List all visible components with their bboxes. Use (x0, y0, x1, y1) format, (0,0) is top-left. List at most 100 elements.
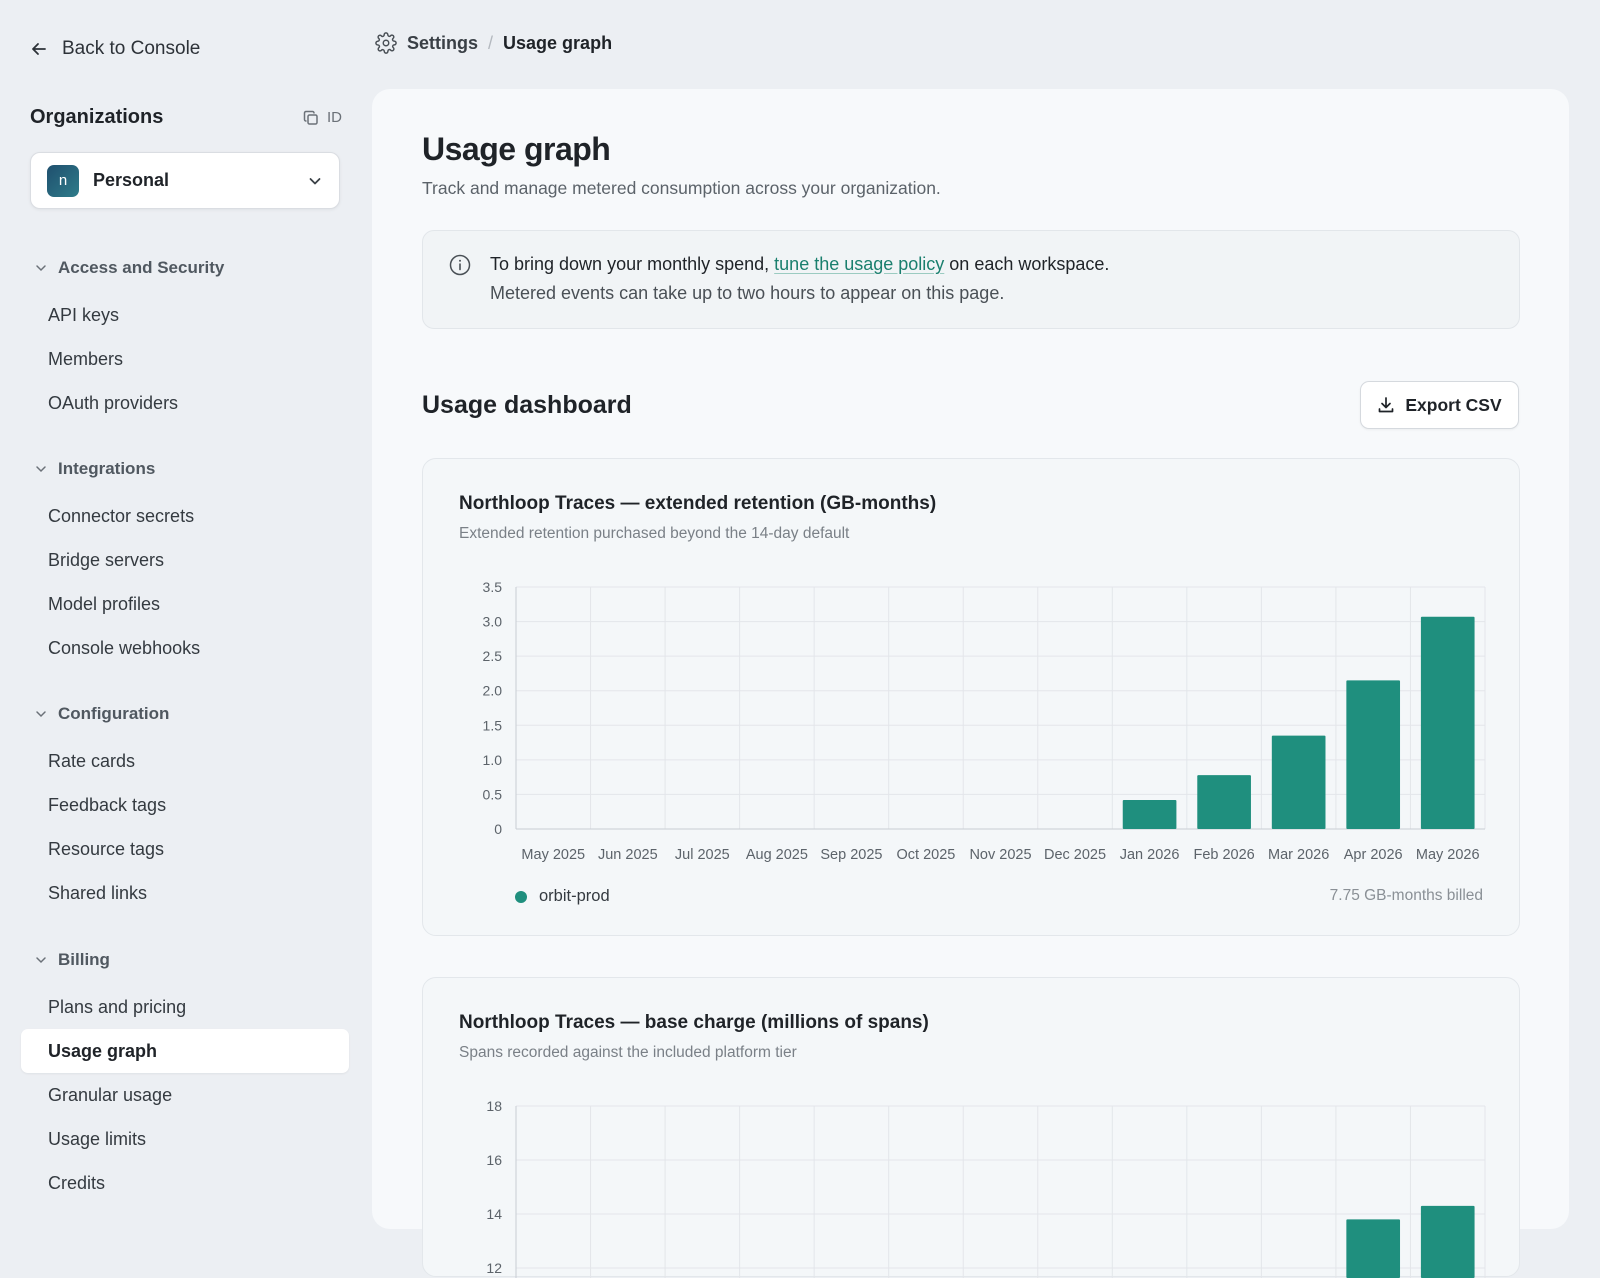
legend-swatch (515, 890, 527, 903)
sidebar-item-model-profiles[interactable]: Model profiles (0, 582, 370, 626)
nav-section-configuration: Configuration Rate cards Feedback tags R… (0, 703, 370, 915)
sidebar-item-members[interactable]: Members (0, 337, 370, 381)
sidebar-item-console-webhooks[interactable]: Console webhooks (0, 626, 370, 670)
x-tick-label: Jul 2025 (675, 847, 730, 863)
copy-id-button[interactable]: ID (303, 109, 342, 126)
section-title: Configuration (58, 704, 170, 723)
info-prefix: To bring down your monthly spend, (490, 254, 775, 274)
y-tick-label: 0 (494, 821, 502, 837)
y-tick-label: 12 (486, 1260, 502, 1276)
section-toggle-configuration[interactable]: Configuration (0, 703, 370, 725)
chevron-down-icon (309, 177, 321, 184)
sidebar-item-shared-links[interactable]: Shared links (0, 871, 370, 915)
section-toggle-access-security[interactable]: Access and Security (0, 257, 370, 279)
section-title: Billing (58, 950, 110, 969)
bar (1271, 735, 1326, 829)
y-tick-label: 2.0 (483, 683, 503, 699)
sidebar-item-resource-tags[interactable]: Resource tags (0, 827, 370, 871)
x-tick-label: Oct 2025 (897, 847, 956, 863)
org-name: Personal (93, 170, 170, 190)
sidebar-item-granular-usage[interactable]: Granular usage (0, 1073, 370, 1117)
retention-bar-chart: 0 0.5 1.0 1.5 2.0 2.5 3.0 3.5 May 2025 Jun 2025 Ju… (483, 579, 1486, 863)
organization-select[interactable]: n Personal (30, 152, 340, 209)
org-avatar: n (47, 164, 79, 197)
chart-card-retention: Northloop Traces — extended retention (G… (422, 458, 1520, 936)
base-charge-bar-chart: 12 14 16 18 (486, 1098, 1486, 1278)
x-tick-label: Mar 2026 (1268, 847, 1329, 863)
bar (1197, 775, 1251, 829)
x-tick-label: Dec 2025 (1044, 847, 1106, 863)
bar (1346, 1219, 1401, 1278)
organizations-title: Organizations (30, 106, 164, 128)
bar (1122, 799, 1177, 829)
sidebar-item-connector-secrets[interactable]: Connector secrets (0, 494, 370, 538)
sidebar-item-feedback-tags[interactable]: Feedback tags (0, 783, 370, 827)
bar (1346, 680, 1401, 829)
info-line-2: Metered events can take up to two hours … (490, 283, 1005, 303)
sidebar-item-usage-graph[interactable]: Usage graph (21, 1029, 349, 1073)
sidebar-item-bridge-servers[interactable]: Bridge servers (0, 538, 370, 582)
y-tick-label: 14 (486, 1206, 502, 1222)
x-tick-label: Feb 2026 (1193, 847, 1254, 863)
x-tick-label: Nov 2025 (969, 847, 1031, 863)
sidebar-item-credits[interactable]: Credits (0, 1161, 370, 1205)
page-title: Usage graph (422, 131, 611, 167)
chevron-down-icon (36, 711, 46, 718)
y-tick-label: 1.0 (483, 752, 503, 768)
x-tick-label: Jan 2026 (1120, 847, 1180, 863)
x-tick-label: Sep 2025 (820, 847, 882, 863)
copy-icon (303, 110, 318, 125)
chevron-down-icon (36, 466, 46, 473)
y-tick-label: 2.5 (483, 648, 503, 664)
x-tick-label: Jun 2025 (598, 847, 658, 863)
y-tick-label: 16 (486, 1152, 502, 1168)
id-label: ID (327, 109, 342, 126)
usage-policy-link[interactable]: tune the usage policy (774, 254, 944, 274)
back-label: Back to Console (62, 38, 201, 59)
bar (1420, 616, 1475, 829)
gear-icon (375, 32, 397, 54)
section-toggle-billing[interactable]: Billing (0, 949, 370, 971)
export-csv-button[interactable]: Export CSV (1360, 381, 1519, 429)
chart-card-base-charge: Northloop Traces — base charge (millions… (422, 977, 1520, 1278)
sidebar-item-oauth-providers[interactable]: OAuth providers (0, 381, 370, 425)
arrow-left-icon (32, 43, 46, 55)
legend-label: orbit-prod (539, 887, 610, 905)
back-to-console-link[interactable]: Back to Console (30, 38, 200, 60)
y-tick-label: 3.5 (483, 579, 503, 595)
x-tick-label: Apr 2026 (1344, 847, 1403, 863)
section-title: Integrations (58, 459, 156, 478)
breadcrumb-separator: / (488, 32, 494, 53)
section-title: Access and Security (58, 258, 225, 277)
sidebar-item-plans-pricing[interactable]: Plans and pricing (0, 985, 370, 1029)
download-icon (1379, 397, 1394, 413)
dashboard-title: Usage dashboard (422, 391, 632, 419)
y-tick-label: 1.5 (483, 717, 503, 733)
y-tick-label: 0.5 (483, 786, 503, 802)
export-label: Export CSV (1405, 394, 1502, 415)
page-subtitle: Track and manage metered consumption acr… (422, 178, 941, 198)
x-tick-label: Aug 2025 (746, 847, 808, 863)
breadcrumb: Settings / Usage graph (375, 32, 612, 54)
bar (1420, 1205, 1475, 1278)
nav-section-access-security: Access and Security API keys Members OAu… (0, 257, 370, 425)
info-suffix: on each workspace. (944, 254, 1110, 274)
sidebar: Back to Console Organizations ID n Perso… (0, 0, 370, 1200)
sidebar-item-usage-limits[interactable]: Usage limits (0, 1117, 370, 1161)
nav-section-integrations: Integrations Connector secrets Bridge se… (0, 458, 370, 670)
organizations-header: Organizations ID (30, 106, 342, 129)
y-tick-label: 3.0 (483, 614, 503, 630)
sidebar-item-api-keys[interactable]: API keys (0, 293, 370, 337)
chevron-down-icon (36, 265, 46, 272)
info-icon (449, 254, 471, 276)
nav-section-billing: Billing Plans and pricing Usage graph Gr… (0, 949, 370, 1205)
chart-legend: orbit-prod (515, 887, 610, 906)
y-tick-label: 18 (486, 1098, 502, 1114)
x-tick-label: May 2026 (1416, 847, 1480, 863)
section-toggle-integrations[interactable]: Integrations (0, 458, 370, 480)
info-callout: To bring down your monthly spend, tune t… (422, 230, 1520, 329)
breadcrumb-settings[interactable]: Settings (407, 33, 478, 54)
sidebar-item-rate-cards[interactable]: Rate cards (0, 739, 370, 783)
x-tick-label: May 2025 (521, 847, 585, 863)
breadcrumb-current: Usage graph (503, 32, 613, 53)
